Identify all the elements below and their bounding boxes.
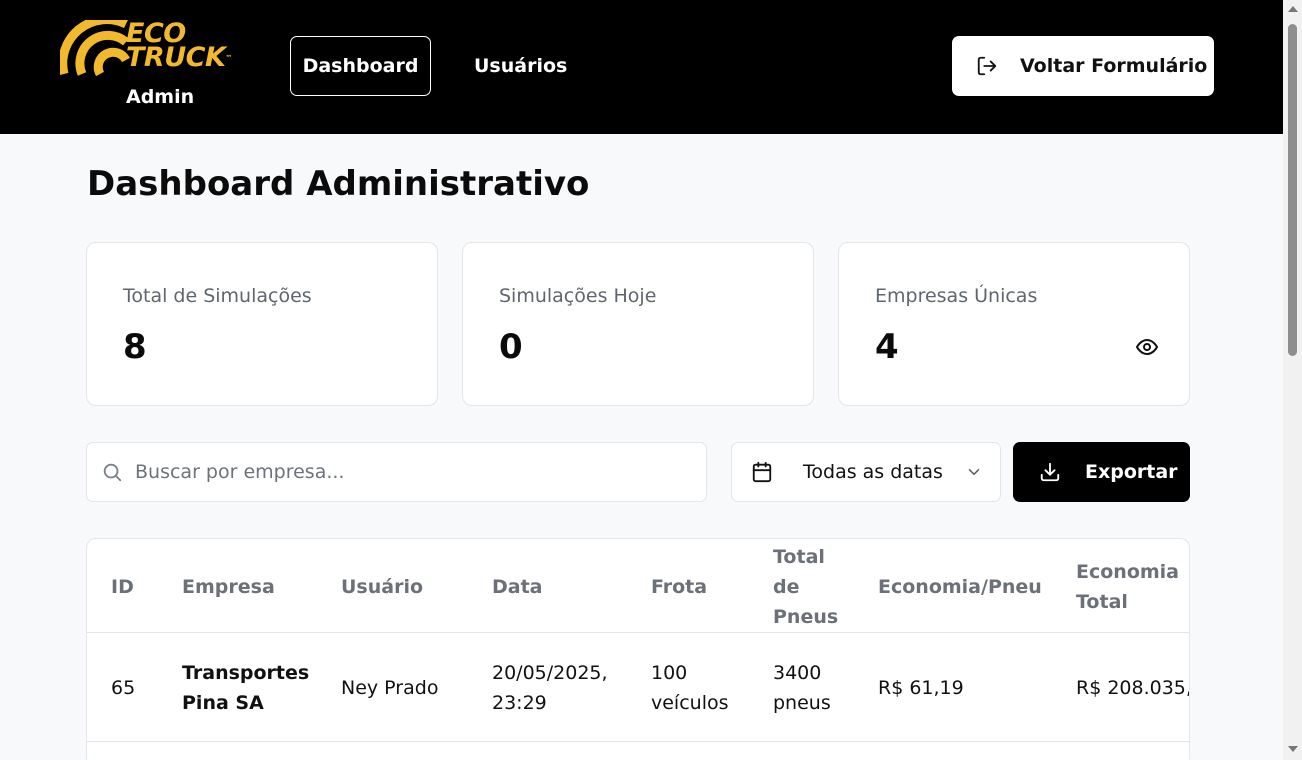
column-header-economia-pneu[interactable]: Economia/Pneu <box>878 572 1042 602</box>
stat-label: Empresas Únicas <box>875 285 1038 307</box>
vertical-scrollbar[interactable] <box>1283 0 1302 760</box>
column-header-empresa[interactable]: Empresa <box>182 572 275 602</box>
eye-icon[interactable] <box>1135 335 1159 359</box>
cell-empresa: Transportes Pina SA <box>182 662 310 714</box>
column-header-id[interactable]: ID <box>111 572 134 602</box>
column-header-frota[interactable]: Frota <box>651 572 707 602</box>
cell-economia-total: R$ 208.035,7 <box>1076 677 1189 699</box>
scroll-down-arrow-icon[interactable] <box>1288 746 1298 752</box>
download-icon <box>1040 462 1060 482</box>
calendar-icon <box>752 461 772 483</box>
logo-arcs-icon <box>60 20 130 77</box>
column-header-data[interactable]: Data <box>492 572 543 602</box>
back-to-form-button[interactable]: Voltar Formulário <box>952 36 1214 96</box>
nav-dashboard[interactable]: Dashboard <box>290 36 431 96</box>
scroll-up-arrow-icon[interactable] <box>1288 6 1298 12</box>
export-label: Exportar <box>1085 461 1178 483</box>
chevron-down-icon <box>968 469 980 475</box>
cell-total-pneus: 3400 pneus <box>773 662 831 714</box>
column-header-usuario[interactable]: Usuário <box>341 572 423 602</box>
logo-admin-label: Admin <box>126 86 195 108</box>
cell-frota: 100 veículos <box>651 662 729 714</box>
scroll-thumb[interactable] <box>1288 24 1297 356</box>
cell-usuario: Ney Prado <box>341 677 439 699</box>
stat-label: Simulações Hoje <box>499 285 657 307</box>
stat-value: 0 <box>499 327 523 367</box>
ecotruck-logo[interactable]: ECO TRUCK™ Admin <box>60 20 260 112</box>
nav-usuarios[interactable]: Usuários <box>474 36 567 96</box>
cell-id: 65 <box>111 677 136 699</box>
stat-card-total-simulations: Total de Simulações 8 <box>86 242 438 406</box>
stat-card-unique-companies: Empresas Únicas 4 <box>838 242 1190 406</box>
column-header-total-pneus[interactable]: Total de Pneus <box>773 542 838 632</box>
simulations-table: ID Empresa Usuário Data Frota Total de P… <box>86 538 1190 760</box>
cell-data: 20/05/2025, 23:29 <box>492 662 608 714</box>
back-to-form-label: Voltar Formulário <box>1020 55 1208 77</box>
stat-card-simulations-today: Simulações Hoje 0 <box>462 242 814 406</box>
row-divider <box>87 741 1189 742</box>
search-input[interactable] <box>135 461 655 483</box>
stat-value: 8 <box>123 327 147 367</box>
page-title: Dashboard Administrativo <box>87 164 590 204</box>
cell-economia-pneu: R$ 61,19 <box>878 677 964 699</box>
date-filter-value: Todas as datas <box>803 461 943 483</box>
stat-label: Total de Simulações <box>123 285 312 307</box>
search-box[interactable] <box>86 442 707 502</box>
export-button[interactable]: Exportar <box>1013 442 1190 502</box>
logout-icon <box>977 56 997 76</box>
logo-text: ECO TRUCK™ <box>126 18 232 73</box>
top-navbar: ECO TRUCK™ Admin Dashboard Usuários Volt… <box>0 0 1283 134</box>
stat-value: 4 <box>875 327 899 367</box>
header-divider <box>87 632 1189 633</box>
date-filter-select[interactable]: Todas as datas <box>731 442 1001 502</box>
column-header-economia-total[interactable]: Economia Total <box>1076 557 1179 617</box>
search-icon <box>103 463 122 482</box>
